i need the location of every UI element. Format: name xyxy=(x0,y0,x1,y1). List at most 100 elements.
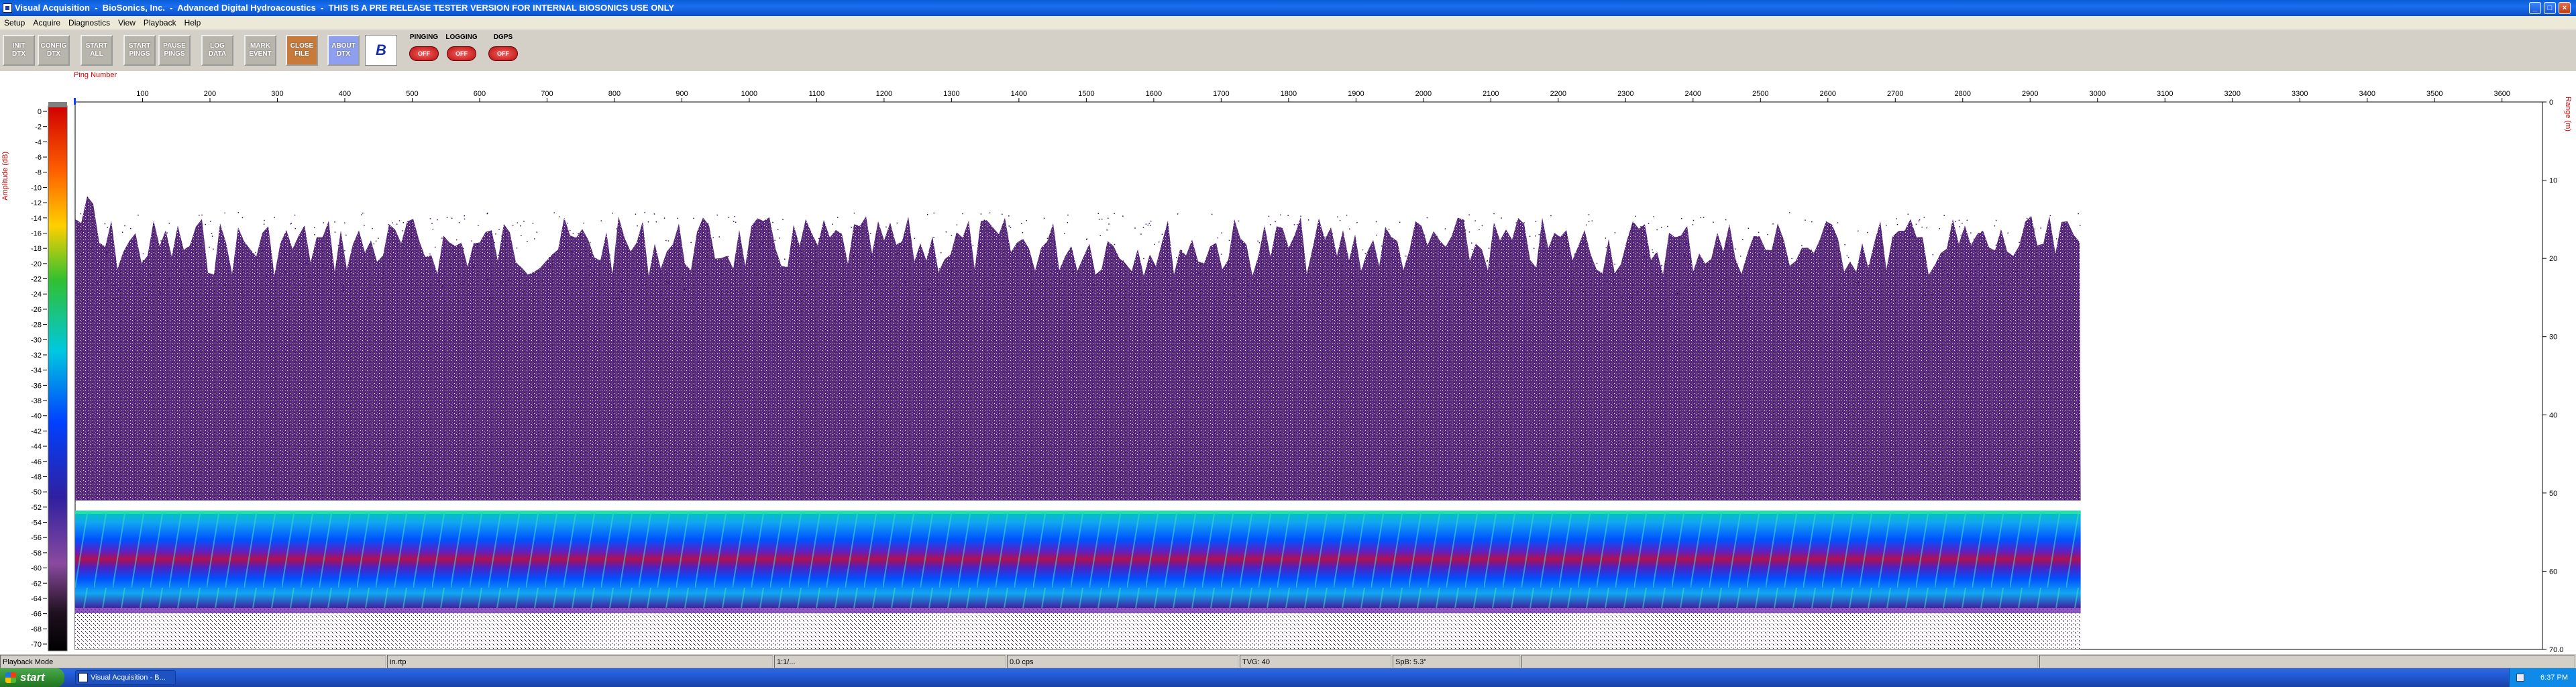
noise-dot xyxy=(590,255,592,257)
noise-dot xyxy=(1735,248,1736,250)
noise-dot xyxy=(1342,265,1344,266)
noise-dot xyxy=(224,212,225,214)
noise-dot xyxy=(396,223,398,225)
menu-playback[interactable]: Playback xyxy=(140,16,180,30)
noise-dot xyxy=(928,288,930,290)
noise-dot xyxy=(1276,264,1278,266)
noise-dot xyxy=(498,229,500,230)
noise-dot xyxy=(661,295,662,296)
pause-pings-button[interactable]: PAUSE PINGS xyxy=(158,35,191,66)
noise-dot xyxy=(1352,297,1354,299)
noise-dot xyxy=(80,213,82,215)
noise-dot xyxy=(1283,248,1285,249)
amplitude-tick-label: -24 xyxy=(31,290,42,299)
noise-dot xyxy=(1488,248,1490,249)
taskbar-item-visual-acquisition[interactable]: Visual Acquisition - B... xyxy=(75,670,176,685)
noise-dot xyxy=(926,214,928,215)
log-data-button[interactable]: LOG DATA xyxy=(201,35,233,66)
noise-dot xyxy=(1605,247,1607,248)
noise-dot xyxy=(1376,234,1377,236)
init-dtx-button[interactable]: INIT DTX xyxy=(3,35,35,66)
noise-dot xyxy=(1994,225,1996,227)
menu-diagnostics[interactable]: Diagnostics xyxy=(64,16,114,30)
noise-dot xyxy=(979,246,981,247)
noise-dot xyxy=(598,282,600,284)
noise-dot xyxy=(1596,262,1598,264)
noise-dot xyxy=(427,288,429,289)
noise-dot xyxy=(1296,223,1298,225)
noise-dot xyxy=(486,213,488,215)
noise-dot xyxy=(682,278,683,279)
noise-dot xyxy=(1287,215,1289,216)
noise-dot xyxy=(1644,232,1645,233)
noise-dot xyxy=(1700,217,1702,219)
noise-dot xyxy=(972,245,973,246)
noise-dot xyxy=(1631,297,1633,298)
noise-dot xyxy=(739,248,741,249)
menu-view[interactable]: View xyxy=(114,16,140,30)
menu-setup[interactable]: Setup xyxy=(0,16,29,30)
mark-event-button[interactable]: MARK EVENT xyxy=(244,35,276,66)
noise-dot xyxy=(845,293,847,295)
noise-dot xyxy=(677,217,678,219)
noise-dot xyxy=(2070,286,2072,287)
noise-dot xyxy=(1980,282,1981,284)
noise-dot xyxy=(1931,294,1933,295)
noise-dot xyxy=(1921,226,1923,228)
noise-dot xyxy=(473,265,475,267)
noise-dot xyxy=(1950,286,1952,288)
noise-dot xyxy=(902,239,904,241)
noise-dot xyxy=(160,240,162,242)
noise-dot xyxy=(130,227,131,229)
noise-dot xyxy=(2049,278,2051,280)
minimize-button[interactable]: _ xyxy=(2529,2,2541,14)
noise-dot xyxy=(366,267,367,269)
noise-dot xyxy=(914,261,916,263)
maximize-button[interactable]: □ xyxy=(2544,2,2556,14)
noise-dot xyxy=(1471,249,1473,250)
noise-dot xyxy=(1613,282,1615,284)
noise-dot xyxy=(1280,214,1281,216)
noise-dot xyxy=(446,217,448,218)
noise-dot xyxy=(135,235,136,237)
app-task-icon xyxy=(78,673,88,682)
noise-dot xyxy=(431,223,433,224)
x-tick-label: 1400 xyxy=(1011,90,1027,98)
noise-dot xyxy=(707,223,709,225)
start-button[interactable]: start xyxy=(0,668,64,687)
network-icon[interactable] xyxy=(2516,674,2524,682)
noise-dot xyxy=(980,213,982,215)
about-dtx-button[interactable]: ABOUT DTX xyxy=(327,35,360,66)
noise-dot xyxy=(1542,235,1544,237)
noise-dot xyxy=(616,228,617,229)
noise-dot xyxy=(1474,220,1476,221)
noise-dot xyxy=(769,293,770,294)
noise-dot xyxy=(442,285,444,286)
close-window-button[interactable]: × xyxy=(2559,2,2571,14)
noise-dot xyxy=(1338,283,1340,285)
menu-help[interactable]: Help xyxy=(180,16,205,30)
noise-dot xyxy=(1943,215,1945,216)
noise-dot xyxy=(1099,235,1101,236)
noise-dot xyxy=(1581,262,1582,263)
noise-dot xyxy=(932,295,933,297)
close-file-button[interactable]: CLOSE FILE xyxy=(286,35,318,66)
noise-dot xyxy=(992,274,994,276)
noise-dot xyxy=(1228,240,1230,242)
echogram-svg[interactable]: 100 200 300 400 500 600 700 800 900 1000 1100 1200 1… xyxy=(0,71,2576,653)
noise-dot xyxy=(1071,250,1073,252)
start-pings-button[interactable]: START PINGS xyxy=(123,35,156,66)
biosonics-logo-icon[interactable]: B xyxy=(365,35,397,66)
noise-dot xyxy=(364,225,365,226)
start-all-button[interactable]: START ALL xyxy=(80,35,113,66)
noise-dot xyxy=(1364,253,1366,254)
noise-dot xyxy=(1471,242,1472,244)
config-dtx-button[interactable]: CONFIG DTX xyxy=(38,35,70,66)
menu-acquire[interactable]: Acquire xyxy=(29,16,64,30)
noise-dot xyxy=(201,267,203,268)
noise-dot xyxy=(196,228,198,229)
noise-dot xyxy=(1535,221,1537,222)
amplitude-tick-label: -56 xyxy=(31,534,42,542)
title-bar[interactable]: Visual Acquisition - BioSonics, Inc. - A… xyxy=(0,0,2576,16)
noise-dot xyxy=(209,221,211,222)
